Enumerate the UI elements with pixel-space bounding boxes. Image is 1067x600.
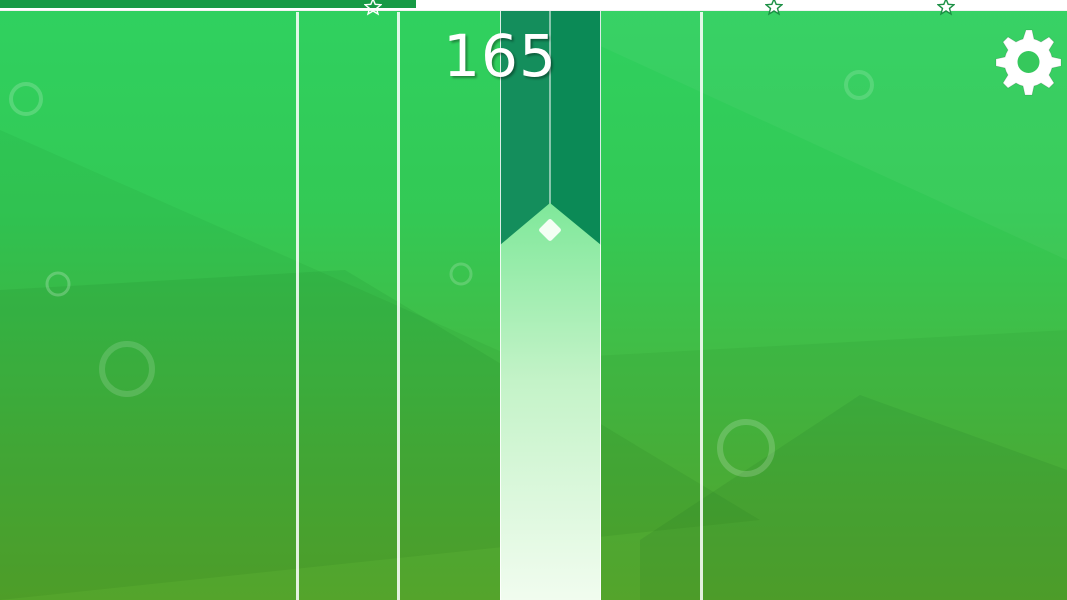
long-tile[interactable]	[500, 10, 601, 600]
lane-divider-2	[397, 12, 400, 600]
progress-star-3-icon	[937, 0, 955, 16]
bubble-1	[9, 82, 43, 116]
progress-fill	[0, 0, 416, 8]
bubble-4	[449, 262, 473, 286]
progress-bar	[0, 0, 1067, 11]
gear-icon[interactable]	[990, 26, 1062, 98]
score-display: 165	[443, 22, 557, 90]
lane-divider-3	[700, 12, 703, 600]
game-canvas[interactable]: 165	[0, 0, 1067, 600]
lane-divider-1	[296, 12, 299, 600]
progress-star-1-icon	[364, 0, 382, 16]
progress-star-2-icon	[765, 0, 783, 16]
tile-glow-trail	[500, 203, 601, 600]
